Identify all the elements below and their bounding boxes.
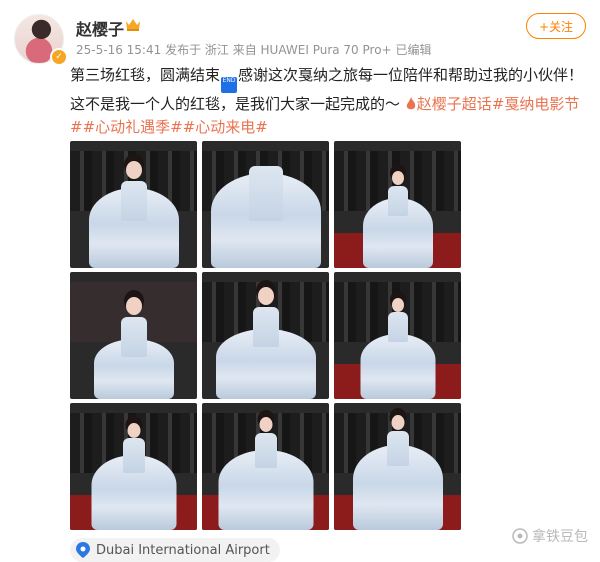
red-carpet-photo-3[interactable] bbox=[334, 141, 461, 268]
post-meta: 25-5-16 15:41 发布于 浙江 来自 HUAWEI Pura 70 P… bbox=[76, 41, 431, 58]
post-device: 来自 HUAWEI Pura 70 Pro+ bbox=[232, 43, 392, 57]
post-region: 发布于 浙江 bbox=[165, 43, 229, 57]
red-carpet-photo-4[interactable] bbox=[70, 272, 197, 399]
red-carpet-photo-6[interactable] bbox=[334, 272, 461, 399]
red-carpet-photo-2[interactable] bbox=[202, 141, 329, 268]
user-name[interactable]: 赵樱子 bbox=[76, 16, 124, 40]
super-topic-icon bbox=[406, 97, 415, 110]
follow-button[interactable]: +关注 bbox=[526, 13, 586, 39]
post-text: 第三场红毯，圆满结束 END 感谢这次戛纳之旅每一位陪伴和帮助过我的小伙伴！这不是我… bbox=[70, 64, 590, 139]
location-pin-icon bbox=[76, 542, 90, 558]
red-carpet-photo-7[interactable] bbox=[70, 403, 197, 530]
watermark-label: 拿铁豆包 bbox=[532, 529, 588, 545]
location-tag[interactable]: Dubai International Airport bbox=[70, 538, 280, 562]
post-time[interactable]: 25-5-16 15:41 bbox=[76, 43, 161, 57]
red-carpet-photo-9[interactable] bbox=[334, 403, 461, 530]
verified-badge-icon: ✓ bbox=[50, 48, 68, 66]
watermark-logo-icon bbox=[512, 528, 528, 544]
watermark: 拿铁豆包 bbox=[512, 526, 588, 546]
follow-label: +关注 bbox=[538, 19, 574, 34]
red-carpet-photo-1[interactable] bbox=[70, 141, 197, 268]
red-carpet-photo-5[interactable] bbox=[202, 272, 329, 399]
edited-label[interactable]: 已编辑 bbox=[395, 43, 431, 57]
hashtag-heartbeat-call[interactable]: #心动来电# bbox=[183, 118, 268, 136]
end-emoji-icon: END bbox=[221, 77, 238, 93]
photo-grid bbox=[70, 141, 461, 530]
location-label: Dubai International Airport bbox=[96, 542, 270, 558]
post-text-part-1: 第三场红毯，圆满结束 bbox=[70, 66, 221, 84]
red-carpet-photo-8[interactable] bbox=[202, 403, 329, 530]
hashtag-super-topic[interactable]: 赵樱子超话 bbox=[417, 95, 492, 113]
crown-icon bbox=[126, 19, 140, 31]
hashtag-heartbeat-gift[interactable]: #心动礼遇季# bbox=[83, 118, 183, 136]
